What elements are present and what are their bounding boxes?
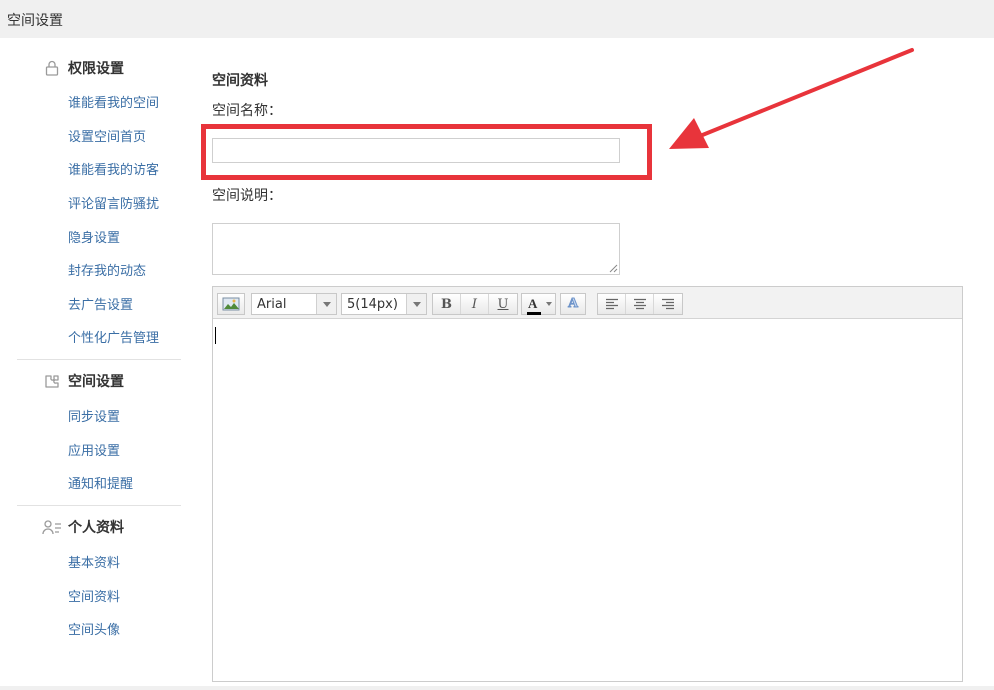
chevron-down-icon[interactable] — [406, 294, 426, 314]
sidebar-item-basic-info[interactable]: 基本资料 — [68, 552, 120, 571]
sidebar-divider — [17, 505, 181, 506]
sidebar-item-remove-ads[interactable]: 去广告设置 — [68, 294, 133, 313]
alignment-group — [597, 293, 683, 315]
font-color-label: A — [528, 296, 538, 311]
editor-content-area[interactable] — [213, 320, 962, 681]
sidebar-item-visitors[interactable]: 谁能看我的访客 — [68, 159, 159, 178]
puzzle-icon — [42, 372, 62, 390]
chevron-down-icon — [546, 302, 552, 306]
annotation-arrow-icon — [669, 48, 914, 149]
align-right-icon — [662, 298, 674, 310]
sidebar-item-space-info[interactable]: 空间资料 — [68, 586, 120, 605]
align-right-button[interactable] — [654, 294, 682, 314]
lock-icon — [42, 59, 62, 77]
sidebar-section-permissions: 权限设置 — [42, 57, 124, 79]
highlight-color-button[interactable]: A — [560, 293, 586, 315]
space-name-label: 空间名称： — [212, 103, 282, 119]
sidebar-item-archive[interactable]: 封存我的动态 — [68, 260, 146, 279]
editor-toolbar: Arial 5(14px) B I U A A — [213, 287, 962, 319]
resize-handle-icon[interactable] — [608, 263, 618, 273]
sidebar-item-sync[interactable]: 同步设置 — [68, 406, 120, 425]
sidebar-section-title: 空间设置 — [68, 374, 124, 390]
italic-button[interactable]: I — [461, 294, 489, 314]
space-description-label: 空间说明： — [212, 188, 282, 204]
sidebar-divider — [17, 359, 181, 360]
rich-text-editor: Arial 5(14px) B I U A A — [212, 286, 963, 682]
font-color-button[interactable]: A — [521, 293, 556, 315]
align-center-button[interactable] — [626, 294, 654, 314]
align-center-icon — [633, 298, 646, 310]
page-header: 空间设置 — [0, 0, 994, 38]
highlight-icon: A — [567, 296, 579, 312]
sidebar-item-who-can-view[interactable]: 谁能看我的空间 — [68, 92, 159, 111]
sidebar-section-space-settings: 空间设置 — [42, 370, 124, 392]
align-left-button[interactable] — [598, 294, 626, 314]
highlight-annotation-box — [201, 124, 652, 180]
align-left-icon — [605, 298, 618, 310]
font-size-value: 5(14px) — [347, 296, 398, 312]
sidebar-item-ad-management[interactable]: 个性化广告管理 — [68, 327, 159, 346]
sidebar-item-apps[interactable]: 应用设置 — [68, 440, 120, 459]
sidebar-item-invisible[interactable]: 隐身设置 — [68, 227, 120, 246]
sidebar-item-avatar[interactable]: 空间头像 — [68, 619, 120, 638]
text-style-group: B I U — [432, 293, 518, 315]
sidebar-section-title: 权限设置 — [68, 61, 124, 77]
chevron-down-icon[interactable] — [316, 294, 336, 314]
font-color-swatch — [527, 312, 541, 315]
sidebar-item-notifications[interactable]: 通知和提醒 — [68, 473, 133, 492]
underline-button[interactable]: U — [489, 294, 517, 314]
sidebar-item-anti-spam[interactable]: 评论留言防骚扰 — [68, 193, 159, 212]
sidebar-section-profile: 个人资料 — [42, 516, 124, 538]
section-title: 空间资料 — [212, 73, 268, 89]
bold-button[interactable]: B — [433, 294, 461, 314]
font-family-select[interactable]: Arial — [251, 293, 337, 315]
bottom-border — [0, 686, 994, 690]
insert-image-button[interactable] — [217, 293, 245, 315]
page-title: 空间设置 — [7, 13, 63, 29]
font-size-select[interactable]: 5(14px) — [341, 293, 427, 315]
sidebar-item-homepage[interactable]: 设置空间首页 — [68, 126, 146, 145]
profile-icon — [42, 518, 62, 536]
space-description-input[interactable] — [212, 223, 620, 275]
image-icon — [222, 297, 240, 311]
font-family-value: Arial — [257, 296, 287, 312]
sidebar-section-title: 个人资料 — [68, 520, 124, 536]
